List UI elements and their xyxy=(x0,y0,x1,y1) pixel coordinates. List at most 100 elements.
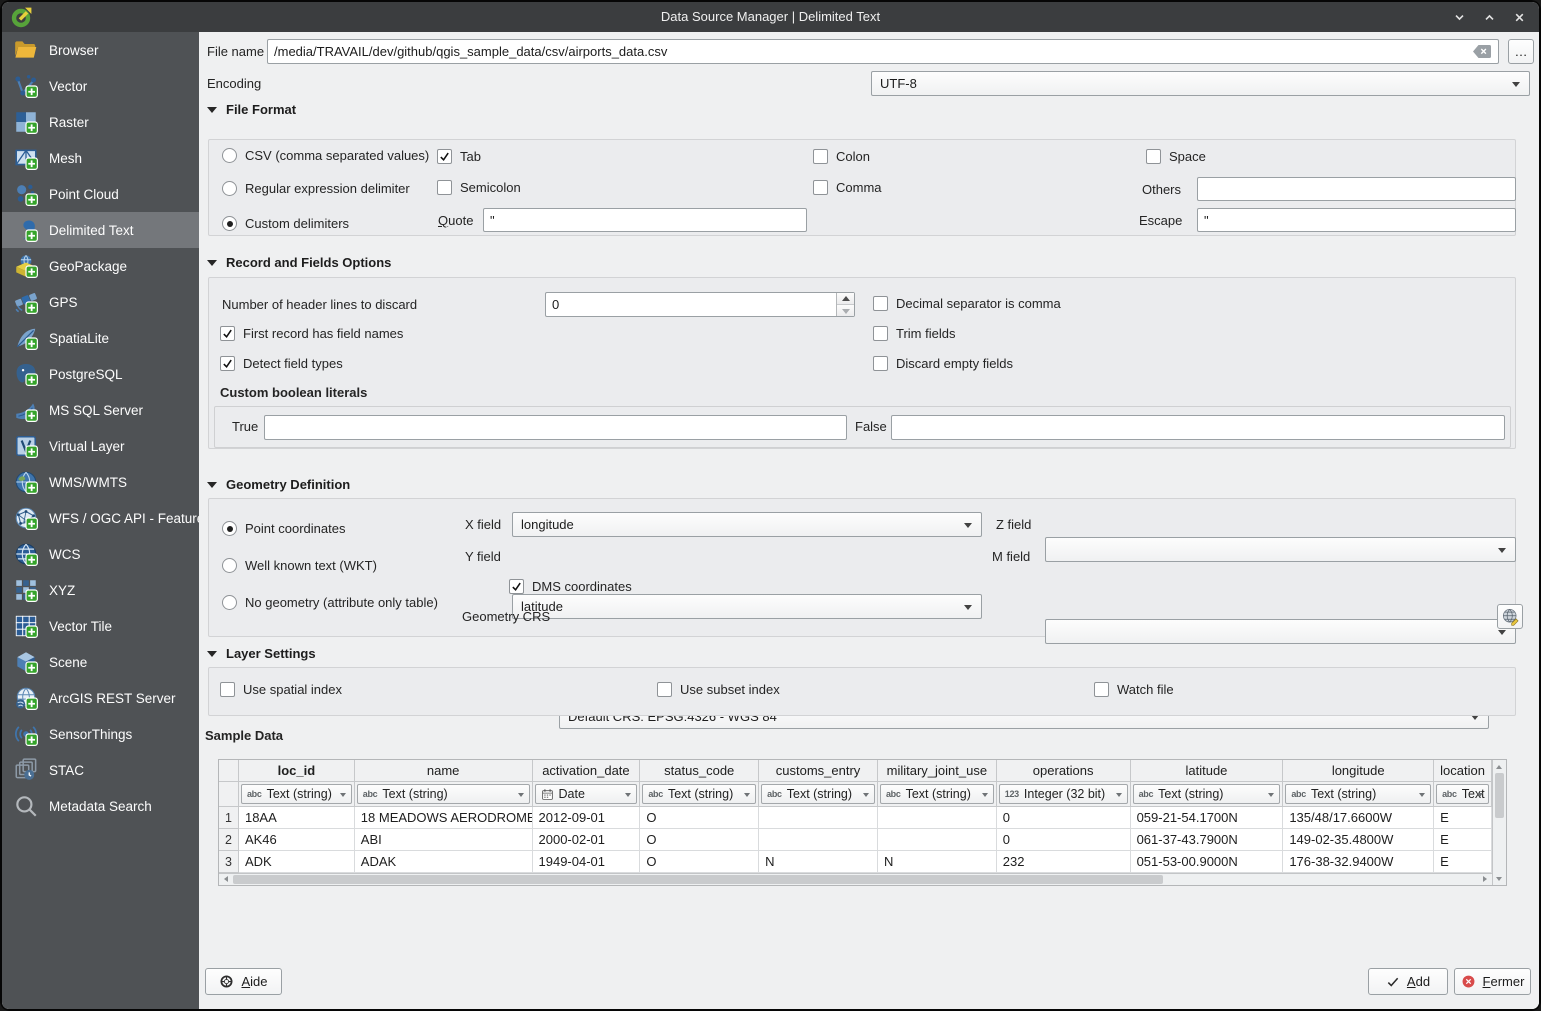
sidebar-item-virtual-layer[interactable]: Virtual Layer xyxy=(2,428,199,464)
clear-text-icon[interactable] xyxy=(1472,44,1492,59)
sidebar-item-delimited-text[interactable]: Delimited Text xyxy=(2,212,199,248)
column-header-status_code[interactable]: status_code xyxy=(640,760,759,782)
window-maximize-button[interactable] xyxy=(1479,7,1499,27)
checkbox-colon[interactable]: Colon xyxy=(813,149,870,164)
column-header-military_joint_use[interactable]: military_joint_use xyxy=(878,760,997,782)
checkbox-watch-file[interactable]: Watch file xyxy=(1094,682,1174,697)
sidebar-item-browser[interactable]: Browser xyxy=(2,32,199,68)
spin-up-icon[interactable] xyxy=(837,293,854,305)
true-literal-input[interactable] xyxy=(264,415,847,440)
spin-down-icon[interactable] xyxy=(837,305,854,316)
field-type-select-latitude[interactable]: abcText (string) xyxy=(1133,784,1281,804)
window-close-button[interactable] xyxy=(1509,7,1529,27)
table-row[interactable]: 3ADKADAK1949-04-01ONN232051-53-00.9000N1… xyxy=(219,851,1492,873)
checkbox-tab[interactable]: Tab xyxy=(437,149,481,164)
checkbox-first-record-field-names[interactable]: First record has field names xyxy=(220,326,403,341)
sidebar-item-wfs-ogc-api-features[interactable]: WFS / OGC API - Features xyxy=(2,500,199,536)
checkbox-detect-field-types[interactable]: Detect field types xyxy=(220,356,343,371)
header-lines-spinner[interactable]: 0 xyxy=(545,292,855,317)
column-header-latitude[interactable]: latitude xyxy=(1131,760,1284,782)
sidebar-item-wms-wmts[interactable]: WMS/WMTS xyxy=(2,464,199,500)
column-header-loc_id[interactable]: loc_id xyxy=(239,760,355,782)
sidebar-item-raster[interactable]: Raster xyxy=(2,104,199,140)
column-header-location[interactable]: location xyxy=(1434,760,1492,782)
scroll-left-icon[interactable] xyxy=(219,874,233,885)
column-header-activation_date[interactable]: activation_date xyxy=(533,760,641,782)
false-literal-input[interactable] xyxy=(891,415,1505,440)
sidebar-item-wcs[interactable]: WCS xyxy=(2,536,199,572)
radio-point-coordinates[interactable]: Point coordinates xyxy=(222,521,345,536)
sidebar-item-metadata-search[interactable]: Metadata Search xyxy=(2,788,199,824)
x-field-select[interactable]: longitude xyxy=(512,512,982,537)
m-field-select[interactable] xyxy=(1045,619,1516,644)
sidebar-item-stac[interactable]: STAC xyxy=(2,752,199,788)
sidebar-item-scene[interactable]: Scene xyxy=(2,644,199,680)
encoding-select[interactable]: UTF-8 xyxy=(871,71,1530,96)
titlebar[interactable]: Data Source Manager | Delimited Text xyxy=(2,2,1539,32)
sidebar-item-xyz[interactable]: XYZ xyxy=(2,572,199,608)
checkbox-comma[interactable]: Comma xyxy=(813,180,882,195)
scroll-down-icon[interactable] xyxy=(1493,872,1506,885)
browse-button[interactable]: … xyxy=(1508,39,1534,64)
radio-csv[interactable]: CSV (comma separated values) xyxy=(222,148,429,163)
geometry-section-header[interactable]: Geometry Definition xyxy=(207,477,350,492)
escape-input[interactable]: " xyxy=(1197,208,1516,232)
scroll-up-icon[interactable] xyxy=(1493,760,1506,773)
radio-custom-delimiters[interactable]: Custom delimiters xyxy=(222,216,349,231)
radio-regex[interactable]: Regular expression delimiter xyxy=(222,181,410,196)
checkbox-trim-fields[interactable]: Trim fields xyxy=(873,326,955,341)
record-options-section-header[interactable]: Record and Fields Options xyxy=(207,255,391,270)
sidebar-item-point-cloud[interactable]: Point Cloud xyxy=(2,176,199,212)
field-type-select-location[interactable]: abcText (string) xyxy=(1436,784,1489,804)
vertical-scrollbar[interactable] xyxy=(1492,760,1506,885)
scroll-right-icon[interactable] xyxy=(1478,874,1492,885)
file-format-section-header[interactable]: File Format xyxy=(207,102,296,117)
sidebar-item-gps[interactable]: GPS xyxy=(2,284,199,320)
sidebar-item-spatialite[interactable]: SpatiaLite xyxy=(2,320,199,356)
select-crs-button[interactable] xyxy=(1497,604,1523,629)
field-type-select-activation_date[interactable]: Date xyxy=(535,784,638,804)
sidebar-item-vector-tile[interactable]: Vector Tile xyxy=(2,608,199,644)
vscroll-thumb[interactable] xyxy=(1495,773,1504,818)
sidebar-item-vector[interactable]: Vector xyxy=(2,68,199,104)
file-name-input[interactable]: /media/TRAVAIL/dev/github/qgis_sample_da… xyxy=(267,39,1499,64)
sidebar-item-postgresql[interactable]: PostgreSQL xyxy=(2,356,199,392)
field-type-select-customs_entry[interactable]: abcText (string) xyxy=(761,784,875,804)
quote-input[interactable]: " xyxy=(483,208,807,232)
radio-wkt[interactable]: Well known text (WKT) xyxy=(222,558,377,573)
column-header-name[interactable]: name xyxy=(355,760,533,782)
table-row[interactable]: 118AA18 MEADOWS AERODROME2012-09-01O0059… xyxy=(219,807,1492,829)
horizontal-scrollbar[interactable] xyxy=(219,873,1492,885)
field-type-select-loc_id[interactable]: abcText (string) xyxy=(241,784,352,804)
sidebar-item-ms-sql-server[interactable]: MS SQL Server xyxy=(2,392,199,428)
checkbox-semicolon[interactable]: Semicolon xyxy=(437,180,521,195)
checkbox-space[interactable]: Space xyxy=(1146,149,1206,164)
table-row[interactable]: 2AK46ABI2000-02-01O0061-37-43.7900N149-0… xyxy=(219,829,1492,851)
y-field-select[interactable]: latitude xyxy=(512,594,982,619)
others-input[interactable] xyxy=(1197,177,1516,201)
sidebar-item-mesh[interactable]: Mesh xyxy=(2,140,199,176)
sidebar-item-geopackage[interactable]: GeoPackage xyxy=(2,248,199,284)
help-button[interactable]: Aide xyxy=(205,968,282,995)
sidebar-item-sensorthings[interactable]: SensorThings xyxy=(2,716,199,752)
column-header-customs_entry[interactable]: customs_entry xyxy=(759,760,878,782)
window-minimize-button[interactable] xyxy=(1449,7,1469,27)
field-type-select-military_joint_use[interactable]: abcText (string) xyxy=(880,784,994,804)
close-button[interactable]: Fermer xyxy=(1454,968,1531,995)
checkbox-discard-empty-fields[interactable]: Discard empty fields xyxy=(873,356,1013,371)
column-header-longitude[interactable]: longitude xyxy=(1283,760,1434,782)
radio-no-geometry[interactable]: No geometry (attribute only table) xyxy=(222,595,438,610)
hscroll-thumb[interactable] xyxy=(233,875,1163,884)
checkbox-decimal-separator-comma[interactable]: Decimal separator is comma xyxy=(873,296,1061,311)
field-type-select-status_code[interactable]: abcText (string) xyxy=(642,784,756,804)
field-type-select-name[interactable]: abcText (string) xyxy=(357,784,530,804)
checkbox-use-subset-index[interactable]: Use subset index xyxy=(657,682,780,697)
sidebar-item-arcgis-rest-server[interactable]: ArcGIS REST Server xyxy=(2,680,199,716)
z-field-select[interactable] xyxy=(1045,537,1516,562)
checkbox-dms-coordinates[interactable]: DMS coordinates xyxy=(509,579,632,594)
add-button[interactable]: Add xyxy=(1368,968,1448,995)
field-type-select-longitude[interactable]: abcText (string) xyxy=(1285,784,1431,804)
field-type-select-operations[interactable]: 123Integer (32 bit) xyxy=(999,784,1128,804)
layer-settings-section-header[interactable]: Layer Settings xyxy=(207,646,316,661)
column-header-operations[interactable]: operations xyxy=(997,760,1131,782)
